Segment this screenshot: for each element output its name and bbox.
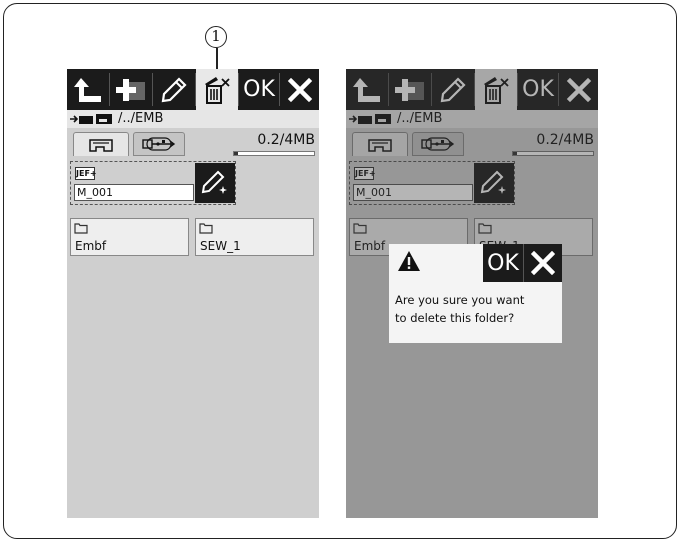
dialog-header: OK [389,244,562,282]
folder-label: Embf [75,239,107,253]
file-name-field: M_001 [74,184,194,201]
toolbar: OK [67,69,319,110]
close-icon [287,77,312,102]
folder-item[interactable]: Embf [70,218,189,256]
folder-item[interactable]: SEW_1 [195,218,314,256]
close-icon [531,251,555,275]
back-button[interactable] [67,69,109,110]
tab-usb[interactable] [133,132,185,156]
pencil-sparkle-icon [201,170,227,194]
trash-icon [205,76,230,104]
memory-usage-bar [233,151,315,156]
memory-usage-text: 0.2/4MB [257,132,315,148]
return-arrow-icon [74,77,101,102]
new-folder-icon [116,78,145,101]
path-bar: /../EMB [67,110,319,128]
folder-icon [199,223,213,234]
rename-button[interactable] [153,69,195,110]
path-text: /../EMB [118,111,164,126]
delete-button[interactable] [196,69,238,110]
folder-label: SEW_1 [200,239,241,253]
dialog-message: Are you sure you want to delete this fol… [395,291,561,327]
edit-design-button[interactable] [195,163,235,203]
dialog-cancel-button[interactable] [523,244,562,282]
tab-machine-memory[interactable] [73,132,129,156]
memory-usage-fill [234,152,238,155]
dialog-message-line: to delete this folder? [395,311,515,325]
ok-label: OK [243,77,275,102]
right-screen: OK /../EMB 0.2/4MB JEF+ M_001 Embf OK Ar… [346,69,598,518]
storage-tabs: 0.2/4MB [67,128,319,158]
machine-memory-icon [89,138,113,152]
cancel-button[interactable] [280,69,319,110]
folder-path-icon [70,114,112,124]
new-folder-button[interactable] [110,69,152,110]
delete-confirm-dialog: OK Are you sure you want to delete this … [389,244,562,343]
callout-number: 1 [205,26,227,48]
folder-icon [74,223,88,234]
dialog-message-line: Are you sure you want [395,293,525,307]
selected-file-item[interactable]: JEF+ M_001 [70,161,236,205]
left-screen: OK /../EMB 0.2/4MB JEF+ M_001 Embf SEW_1 [67,69,319,518]
ok-button[interactable]: OK [239,69,279,110]
dialog-ok-button[interactable]: OK [483,244,523,282]
pencil-icon [161,76,187,102]
jef-format-badge: JEF+ [75,167,97,180]
warning-icon [398,251,420,271]
usb-icon [142,137,176,151]
